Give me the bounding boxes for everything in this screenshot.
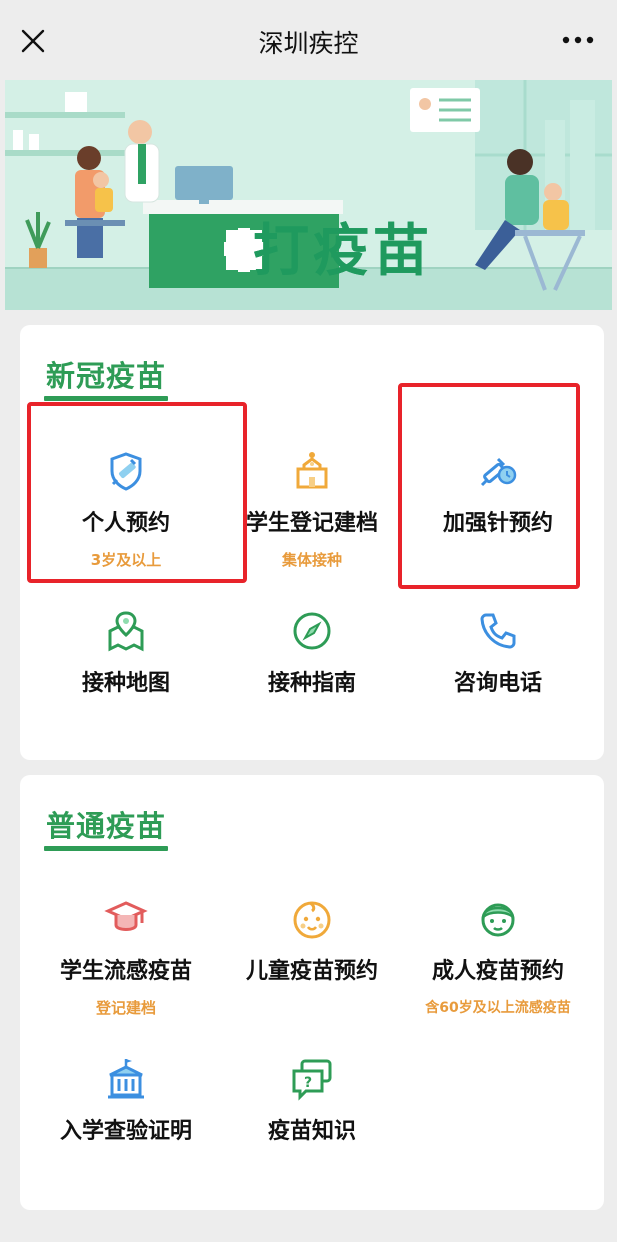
section-underline xyxy=(44,396,168,401)
tile-label: 接种地图 xyxy=(81,671,170,696)
tile-vaccination-map[interactable]: 接种地图 xyxy=(28,609,224,697)
syringe-clock-icon xyxy=(480,457,517,487)
school-building-icon xyxy=(296,452,328,489)
tile-label: 入学查验证明 xyxy=(59,1119,192,1144)
tile-sub: 登记建档 xyxy=(95,999,156,1017)
tile-label: 加强针预约 xyxy=(442,511,553,536)
regular-vaccine-card: 普通疫苗 学生流感疫苗 登记建档 儿童疫苗预约 成人疫苗预约 含60岁及以上流感… xyxy=(20,775,604,1210)
tile-label: 疫苗知识 xyxy=(267,1119,356,1144)
shield-syringe-icon xyxy=(110,452,142,491)
tile-label: 学生登记建档 xyxy=(245,511,378,536)
tile-booster-appointment[interactable]: 加强针预约 xyxy=(400,449,596,537)
more-icon[interactable] xyxy=(561,30,595,50)
tile-label: 接种指南 xyxy=(267,671,356,696)
svg-text:?: ? xyxy=(304,1075,312,1091)
tile-sub: 含60岁及以上流感疫苗 xyxy=(425,1000,571,1016)
section-underline xyxy=(44,846,168,851)
page-title: 深圳疾控 xyxy=(258,29,359,58)
tile-school-entry-certificate[interactable]: 入学查验证明 xyxy=(28,1057,224,1145)
banner-title: 打疫苗 xyxy=(253,219,433,284)
tile-vaccine-knowledge[interactable]: ? 疫苗知识 xyxy=(214,1057,410,1145)
map-pin-icon xyxy=(108,611,144,652)
adult-face-icon xyxy=(481,903,515,937)
compass-icon xyxy=(293,612,331,650)
tile-label: 咨询电话 xyxy=(453,671,542,696)
school-icon xyxy=(108,1059,144,1099)
tile-child-vaccine[interactable]: 儿童疫苗预约 xyxy=(214,897,410,985)
question-chat-icon: ? xyxy=(292,1059,332,1101)
tile-student-registration[interactable]: 学生登记建档 集体接种 xyxy=(214,449,410,570)
tile-label: 个人预约 xyxy=(81,511,170,536)
tile-student-flu-vaccine[interactable]: 学生流感疫苗 登记建档 xyxy=(28,897,224,1018)
top-bar: 深圳疾控 xyxy=(0,0,617,80)
section-title-covid: 新冠疫苗 xyxy=(46,359,167,393)
tile-sub: 集体接种 xyxy=(281,551,342,569)
tile-label: 儿童疫苗预约 xyxy=(245,959,378,984)
phone-icon xyxy=(480,613,516,649)
section-title-regular: 普通疫苗 xyxy=(46,809,167,843)
tile-label: 学生流感疫苗 xyxy=(59,959,192,984)
tile-adult-vaccine[interactable]: 成人疫苗预约 含60岁及以上流感疫苗 xyxy=(400,897,596,1017)
tile-sub: 3岁及以上 xyxy=(90,551,162,569)
covid-vaccine-card: 新冠疫苗 个人预约 3岁及以上 学生登记建档 集体接种 加强针预约 接种地图 接… xyxy=(20,325,604,760)
tile-consult-phone[interactable]: 咨询电话 xyxy=(400,609,596,697)
tile-label: 成人疫苗预约 xyxy=(431,959,564,984)
baby-face-icon xyxy=(293,901,331,939)
tile-vaccination-guide[interactable]: 接种指南 xyxy=(214,609,410,697)
graduation-cap-icon xyxy=(104,901,148,931)
tile-personal-appointment[interactable]: 个人预约 3岁及以上 xyxy=(28,449,224,570)
vaccination-banner[interactable]: 打疫苗 xyxy=(5,80,612,310)
